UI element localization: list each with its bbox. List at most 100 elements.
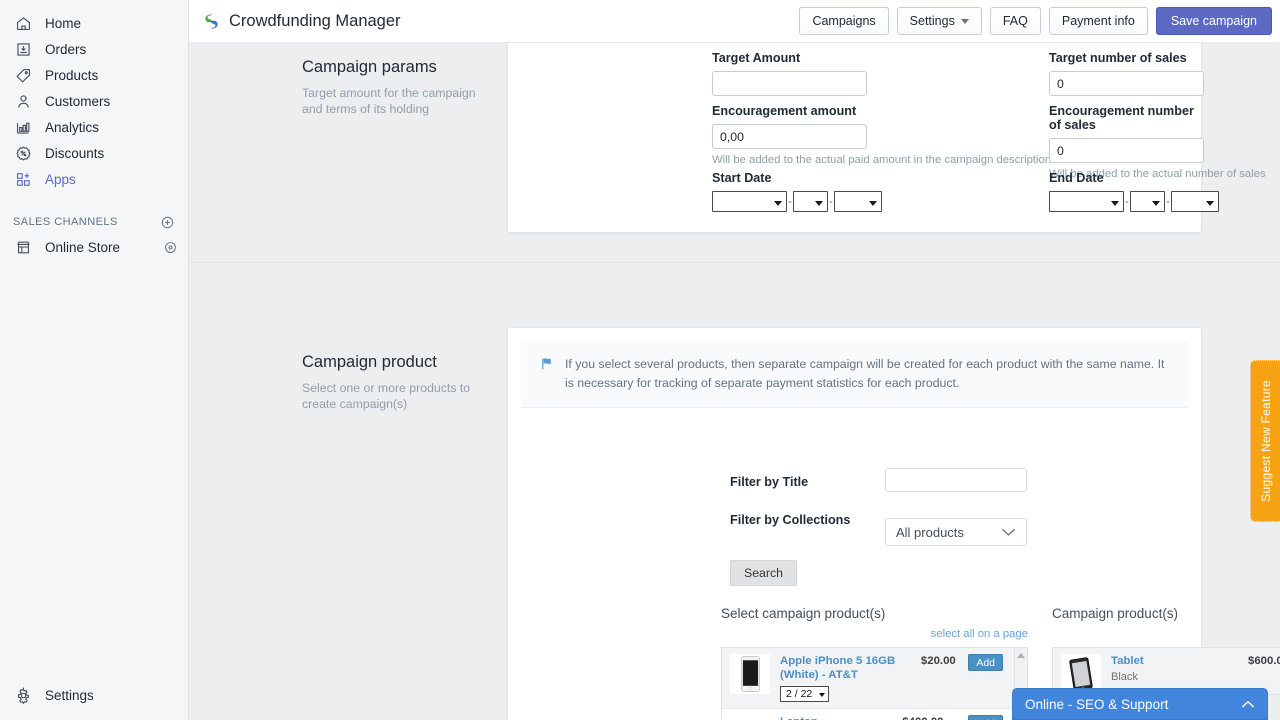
orders-icon bbox=[13, 39, 33, 59]
sidebar-nav: Home Orders Products bbox=[0, 0, 188, 260]
product-name[interactable]: Tablet bbox=[1111, 654, 1248, 668]
start-date-row: - - bbox=[712, 191, 882, 212]
target-sales-label: Target number of sales bbox=[1049, 51, 1204, 65]
select-all-on-page-link[interactable]: select all on a page bbox=[931, 628, 1028, 640]
chevron-down-icon bbox=[815, 201, 823, 206]
filter-collections-select[interactable]: All products bbox=[885, 518, 1027, 546]
chevron-up-icon[interactable] bbox=[1241, 697, 1255, 712]
sidebar: Home Orders Products bbox=[0, 0, 189, 720]
end-date-label: End Date bbox=[1049, 171, 1219, 185]
sidebar-item-label: Products bbox=[45, 68, 98, 83]
product-name[interactable]: Apple iPhone 5 16GB (White) - AT&T bbox=[780, 654, 921, 682]
suggest-new-feature-tab[interactable]: Suggest New Feature bbox=[1250, 360, 1280, 522]
filter-title-label: Filter by Title bbox=[730, 475, 808, 489]
start-date-day-select[interactable] bbox=[834, 191, 882, 212]
sidebar-item-settings[interactable]: Settings bbox=[0, 682, 188, 708]
add-channel-icon[interactable] bbox=[160, 215, 175, 230]
chevron-down-icon bbox=[1152, 201, 1160, 206]
end-date-year-select[interactable] bbox=[1049, 191, 1124, 212]
sidebar-item-customers[interactable]: Customers bbox=[0, 88, 188, 114]
product-thumbnail bbox=[730, 715, 770, 720]
payment-info-button[interactable]: Payment info bbox=[1049, 7, 1148, 35]
save-campaign-button[interactable]: Save campaign bbox=[1156, 7, 1272, 35]
app-title-text: Crowdfunding Manager bbox=[229, 12, 401, 31]
bar-chart-icon bbox=[13, 117, 33, 137]
sidebar-item-discounts[interactable]: Discounts bbox=[0, 140, 188, 166]
add-product-button[interactable]: Add bbox=[968, 715, 1003, 720]
sidebar-item-home[interactable]: Home bbox=[0, 10, 188, 36]
product-info: Apple iPhone 5 16GB (White) - AT&T 2 / 2… bbox=[780, 654, 921, 702]
product-info: Tablet Black bbox=[1111, 654, 1248, 683]
settings-menu-button[interactable]: Settings bbox=[897, 7, 982, 35]
product-price: $400.00 bbox=[902, 715, 968, 720]
chevron-down-icon bbox=[961, 19, 969, 24]
apps-icon bbox=[13, 169, 33, 189]
info-banner: If you select several products, then sep… bbox=[521, 341, 1188, 408]
start-date-month-select[interactable] bbox=[793, 191, 828, 212]
campaign-params-description: Target amount for the campaign and terms… bbox=[302, 85, 492, 117]
campaigns-button[interactable]: Campaigns bbox=[799, 7, 888, 35]
sidebar-item-apps[interactable]: Apps bbox=[0, 166, 188, 192]
start-date-year-select[interactable] bbox=[712, 191, 787, 212]
campaign-params-heading: Campaign params bbox=[302, 58, 492, 77]
chevron-down-icon bbox=[1206, 201, 1214, 206]
sales-channels-label: SALES CHANNELS bbox=[13, 216, 118, 228]
tablet-thumb-icon bbox=[1069, 657, 1093, 691]
eye-icon[interactable] bbox=[163, 240, 178, 255]
chevron-down-icon bbox=[1001, 525, 1016, 540]
target-sales-field: Target number of sales bbox=[1049, 51, 1204, 96]
target-amount-field: Target Amount bbox=[712, 51, 867, 96]
main-area: Crowdfunding Manager Campaigns Settings … bbox=[189, 0, 1280, 720]
table-row[interactable]: Apple iPhone 5 16GB (White) - AT&T 2 / 2… bbox=[722, 648, 1027, 708]
app-logo-icon bbox=[203, 13, 220, 30]
iphone-thumb-icon bbox=[741, 656, 760, 692]
tag-icon bbox=[13, 65, 33, 85]
filter-title-field: Filter by Title bbox=[730, 473, 808, 491]
settings-menu-label: Settings bbox=[910, 14, 955, 28]
sidebar-item-orders[interactable]: Orders bbox=[0, 36, 188, 62]
suggest-new-feature-label: Suggest New Feature bbox=[1259, 380, 1273, 502]
chevron-down-icon bbox=[819, 693, 825, 697]
encouragement-sales-input[interactable] bbox=[1049, 138, 1204, 163]
scroll-up-icon[interactable] bbox=[1017, 653, 1025, 658]
target-sales-input[interactable] bbox=[1049, 71, 1204, 96]
section-divider bbox=[189, 262, 1280, 263]
target-amount-input[interactable] bbox=[712, 71, 867, 96]
search-button[interactable]: Search bbox=[730, 560, 797, 586]
gear-icon bbox=[13, 685, 33, 705]
sidebar-item-products[interactable]: Products bbox=[0, 62, 188, 88]
sidebar-item-analytics[interactable]: Analytics bbox=[0, 114, 188, 140]
support-chat-label: Online - SEO & Support bbox=[1025, 697, 1168, 712]
product-name[interactable]: Laptop bbox=[780, 715, 902, 720]
support-chat-widget[interactable]: Online - SEO & Support bbox=[1012, 688, 1268, 720]
encouragement-sales-field: Encouragement number of sales Will be ad… bbox=[1049, 104, 1204, 181]
encouragement-amount-input[interactable] bbox=[712, 124, 867, 149]
sidebar-item-label: Analytics bbox=[45, 120, 99, 135]
available-products-panel: Select campaign product(s) select all on… bbox=[721, 606, 1028, 720]
sidebar-footer: Settings bbox=[0, 682, 188, 708]
end-date-row: - - bbox=[1049, 191, 1219, 212]
available-products-list: Apple iPhone 5 16GB (White) - AT&T 2 / 2… bbox=[721, 647, 1028, 720]
end-date-month-select[interactable] bbox=[1130, 191, 1165, 212]
table-row[interactable]: Laptop 32Gb $400.00 Add bbox=[722, 708, 1027, 720]
encouragement-amount-label: Encouragement amount bbox=[712, 104, 867, 118]
product-variant-select[interactable]: 2 / 22 bbox=[780, 686, 829, 702]
product-variant-value: 2 / 22 bbox=[786, 688, 812, 700]
end-date-day-select[interactable] bbox=[1171, 191, 1219, 212]
chevron-down-icon bbox=[1111, 201, 1119, 206]
filter-title-input[interactable] bbox=[885, 468, 1027, 492]
sidebar-item-online-store[interactable]: Online Store bbox=[0, 234, 188, 260]
available-products-title: Select campaign product(s) bbox=[721, 606, 1028, 621]
campaign-product-heading: Campaign product bbox=[302, 353, 492, 372]
page-canvas: Campaign params Target amount for the ca… bbox=[189, 43, 1280, 720]
sidebar-item-label: Home bbox=[45, 16, 81, 31]
campaign-product-aside: Campaign product Select one or more prod… bbox=[302, 353, 492, 412]
add-product-button[interactable]: Add bbox=[968, 654, 1003, 671]
person-icon bbox=[13, 91, 33, 111]
product-price: $20.00 bbox=[921, 654, 968, 667]
faq-button[interactable]: FAQ bbox=[990, 7, 1041, 35]
selected-products-panel: Campaign product(s) clear all bbox=[1052, 606, 1280, 695]
product-variant: Black bbox=[1111, 671, 1248, 683]
sidebar-item-label: Customers bbox=[45, 94, 110, 109]
encouragement-amount-field: Encouragement amount Will be added to th… bbox=[712, 104, 867, 167]
